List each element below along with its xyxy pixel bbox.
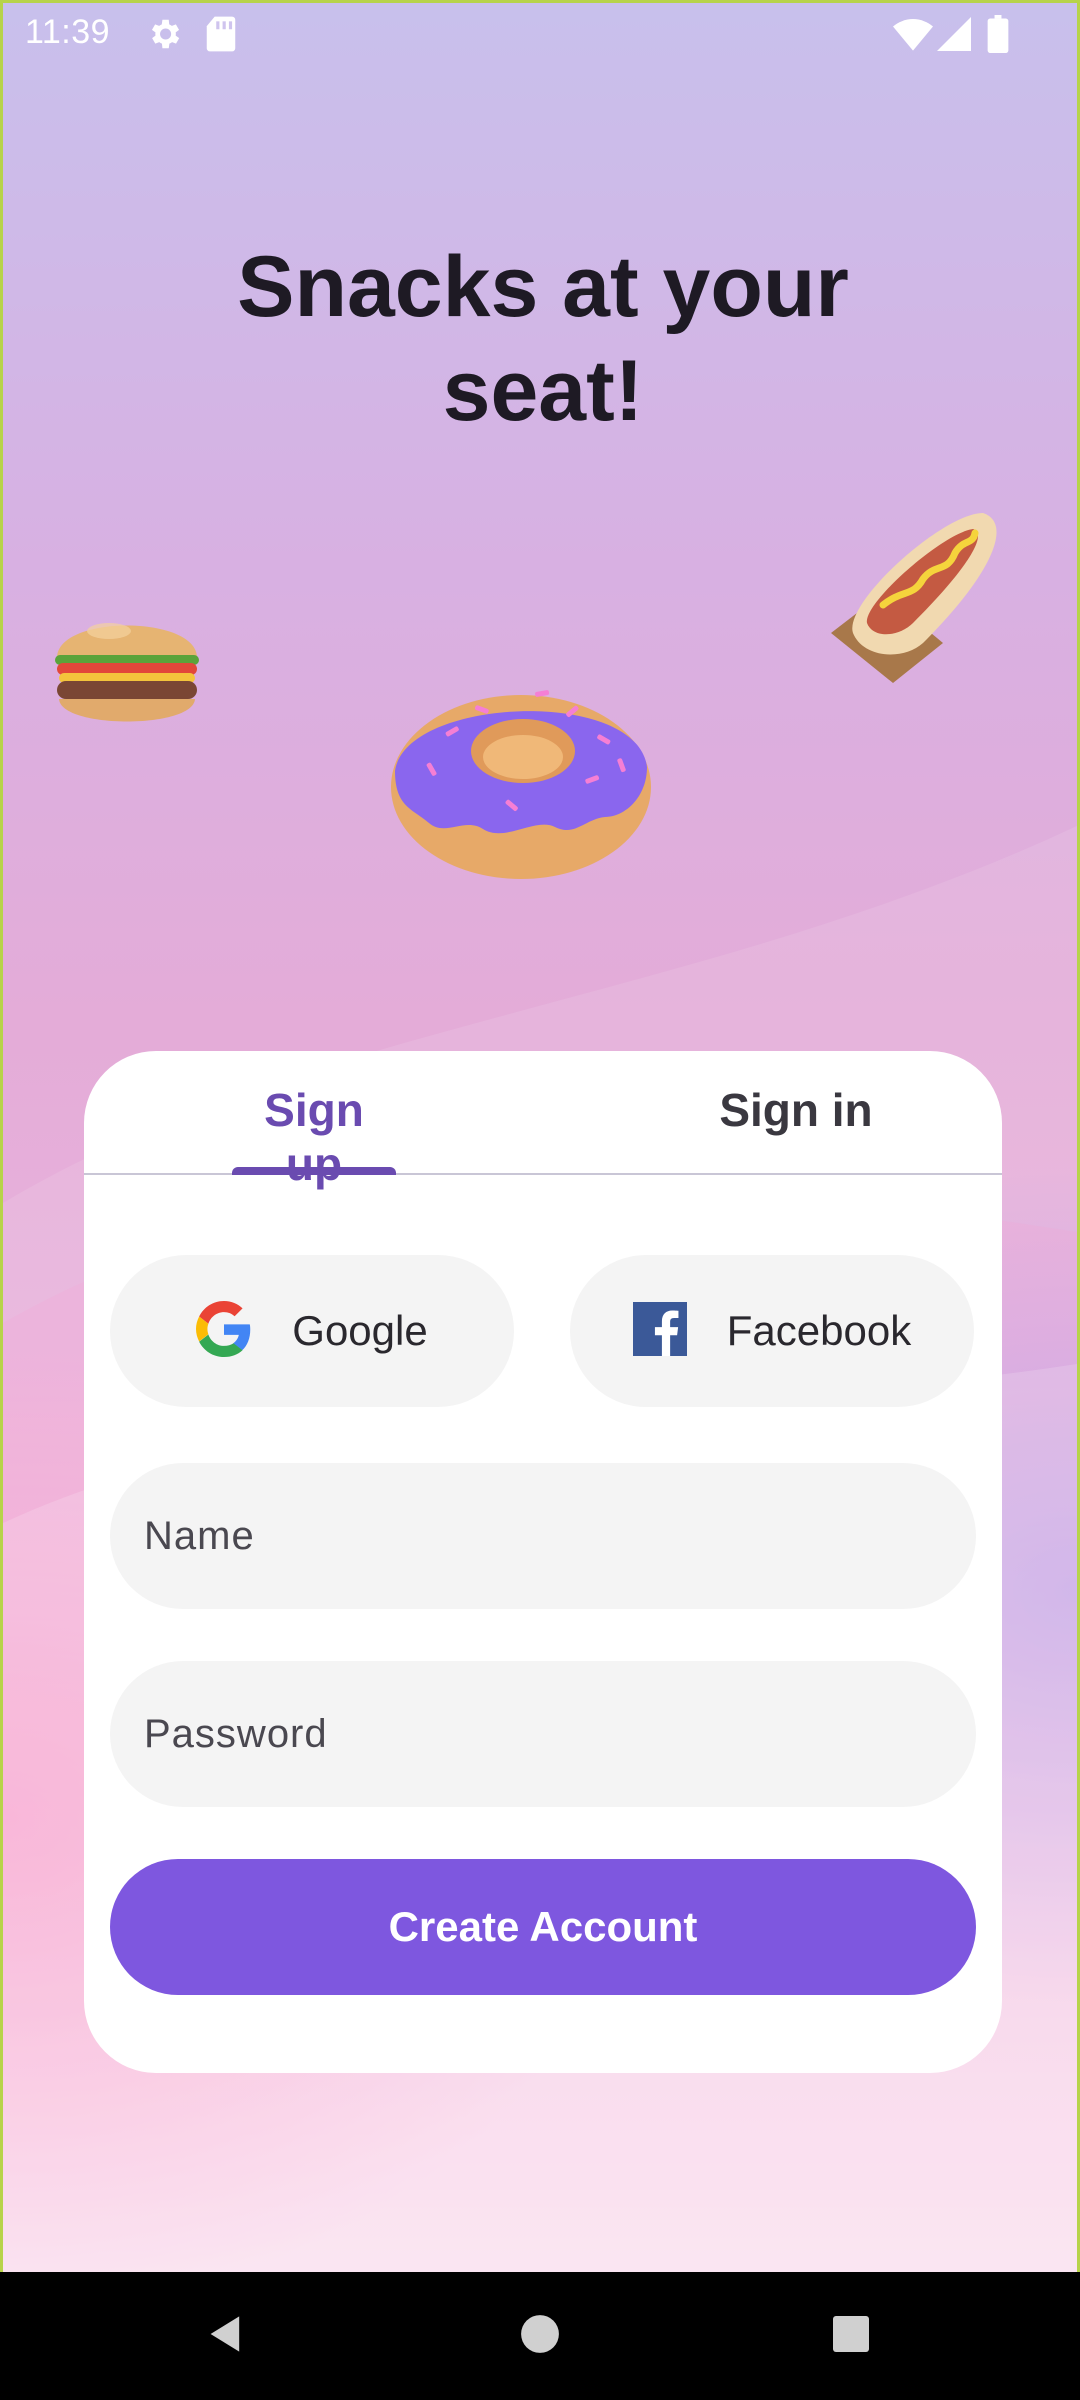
back-icon	[204, 2312, 248, 2361]
battery-icon	[987, 15, 1009, 58]
donut-illustration	[391, 690, 651, 879]
nav-recents-button[interactable]	[781, 2272, 921, 2400]
page-title: Snacks at your seat!	[143, 235, 943, 443]
google-button-label: Google	[292, 1307, 428, 1354]
page-title-line-1: Snacks at your	[237, 239, 849, 335]
recents-icon	[831, 2314, 871, 2359]
google-sign-in-button[interactable]: Google	[110, 1255, 514, 1407]
facebook-button-label: Facebook	[726, 1307, 912, 1354]
settings-icon	[145, 15, 183, 58]
tab-sign-up[interactable]: Sign up	[232, 1083, 396, 1190]
auth-tabs: Sign up Sign in	[84, 1051, 1002, 1190]
wifi-icon	[893, 17, 933, 56]
system-nav-bar	[0, 2272, 1080, 2400]
google-icon	[196, 1300, 252, 1362]
page-title-line-2: seat!	[442, 343, 644, 439]
home-icon	[519, 2313, 561, 2360]
facebook-icon	[632, 1301, 687, 1361]
burger-illustration	[55, 623, 199, 722]
status-time: 11:39	[25, 13, 111, 51]
nav-back-button[interactable]	[156, 2272, 296, 2400]
tab-sign-in-label: Sign in	[719, 1084, 873, 1136]
hotdog-illustration	[831, 513, 997, 683]
auth-card: Sign up Sign in Google Facebook Name Cre…	[84, 1051, 1002, 2073]
password-input[interactable]	[110, 1661, 976, 1807]
status-bar: 11:39	[3, 3, 1077, 65]
tab-selected-indicator	[232, 1167, 396, 1175]
create-account-button[interactable]: Create Account	[110, 1859, 976, 1995]
create-account-label: Create Account	[388, 1903, 698, 1950]
tab-sign-in[interactable]: Sign in	[696, 1083, 896, 1175]
sd-card-icon	[205, 15, 237, 58]
cell-signal-icon	[937, 17, 971, 56]
name-input[interactable]	[110, 1463, 976, 1609]
app-screen: 11:39 Snacks at your seat! Sign up Sign …	[0, 0, 1080, 2272]
nav-home-button[interactable]	[470, 2272, 610, 2400]
facebook-sign-in-button[interactable]: Facebook	[570, 1255, 974, 1407]
